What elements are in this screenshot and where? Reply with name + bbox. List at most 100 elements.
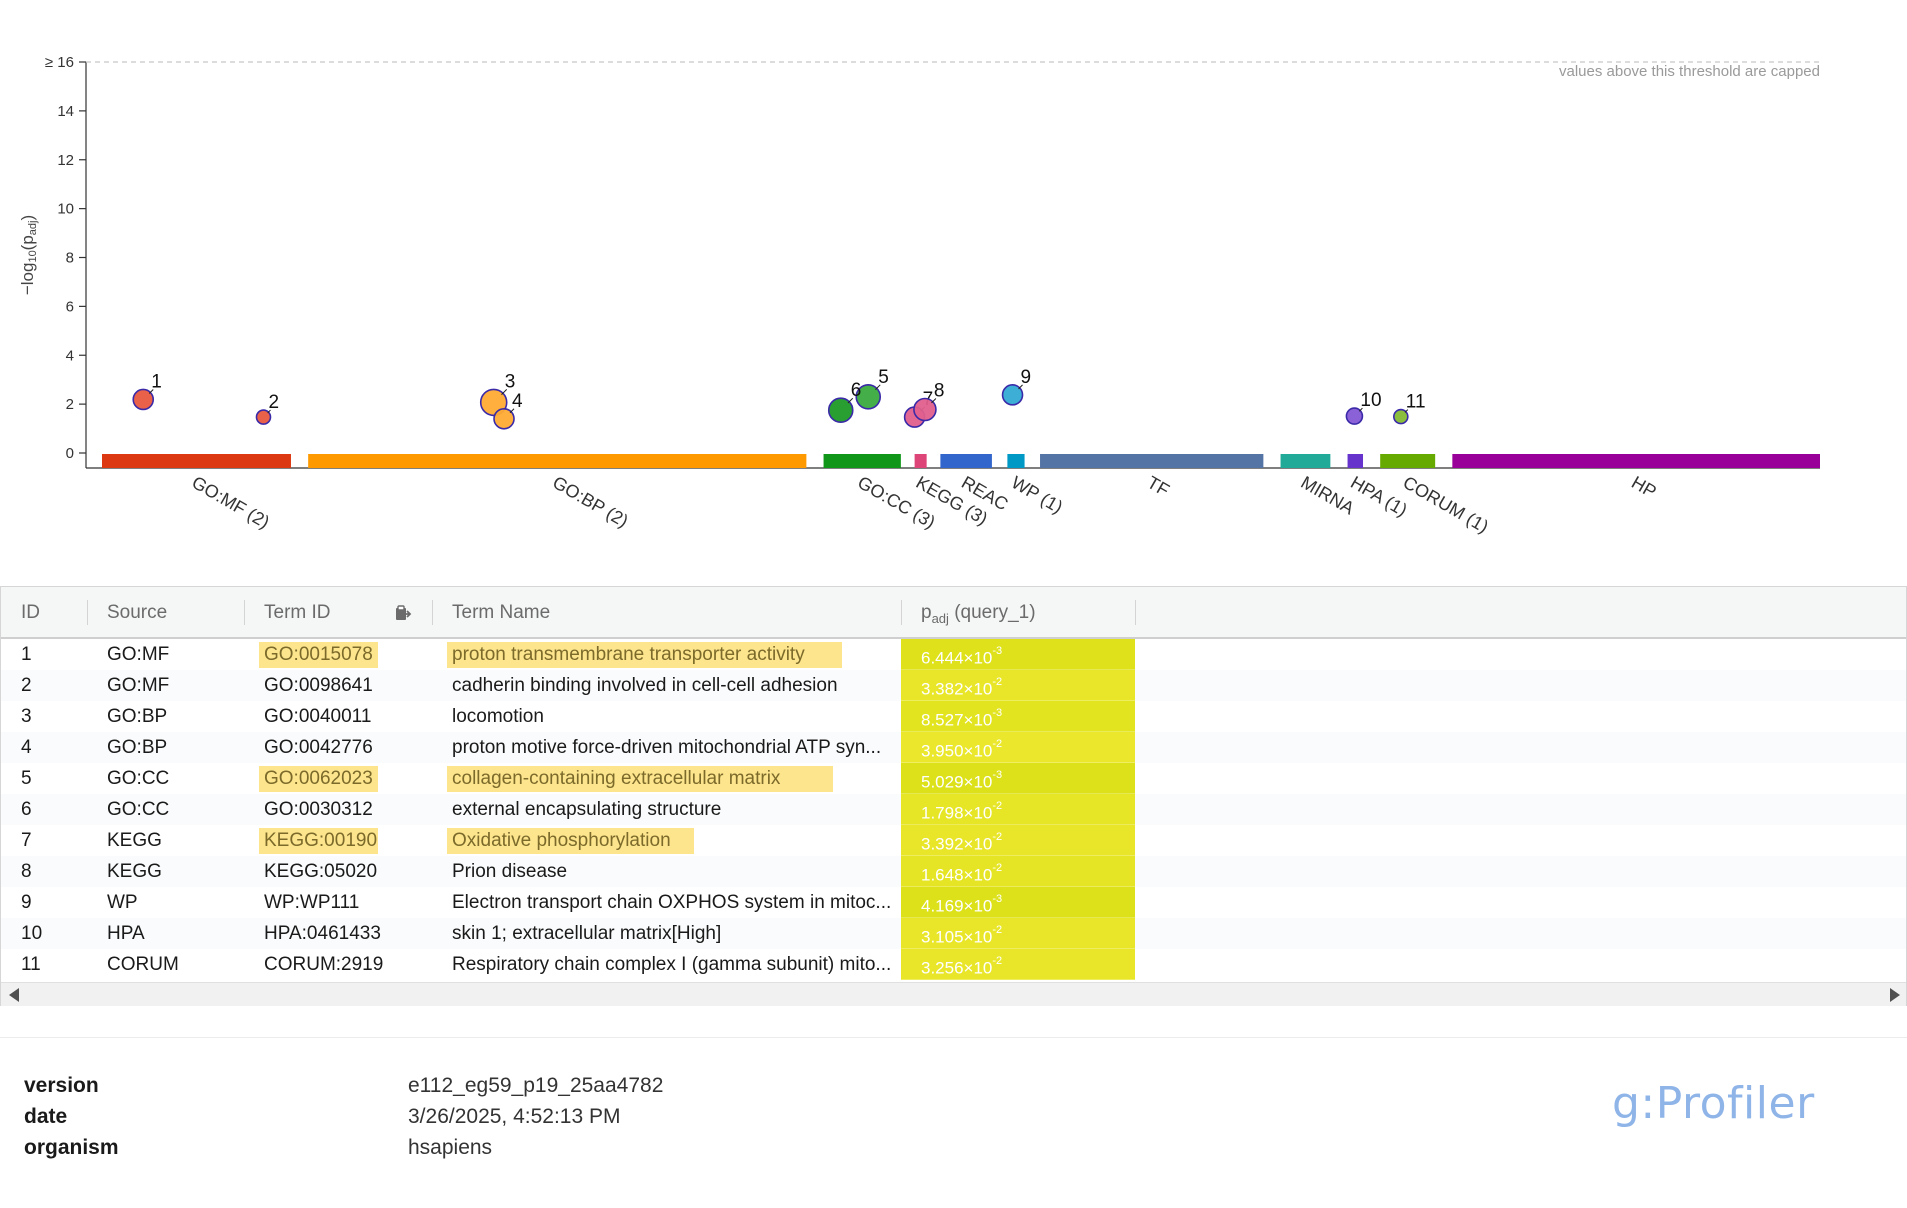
table-row[interactable]: 9 WP WP:WP111 Electron transport chain OXPH… xyxy=(1,887,1906,918)
padj-exponent: -2 xyxy=(992,862,1003,874)
table-header: ID Source Term ID Term Name padj (query_… xyxy=(1,587,1906,639)
padj-query: (query_1) xyxy=(948,602,1036,623)
y-tick-label: 0 xyxy=(66,445,74,462)
col-header-padj[interactable]: padj (query_1) xyxy=(901,587,1135,637)
padj-exponent: -2 xyxy=(992,924,1003,936)
row-term-id-link[interactable]: KEGG:00190 xyxy=(244,825,432,856)
organism-value: hsapiens xyxy=(408,1136,493,1159)
y-tick-label: 4 xyxy=(66,347,74,364)
row-id-cell: 4 xyxy=(21,737,32,758)
padj-mantissa: 1.648×10 xyxy=(921,865,993,885)
source-bar[interactable] xyxy=(1280,454,1331,468)
arrow-right-icon[interactable] xyxy=(1890,988,1900,1002)
padj-mantissa: 4.169×10 xyxy=(921,896,993,916)
source-label: HP xyxy=(1628,472,1660,502)
table-row[interactable]: 7 KEGG KEGG:00190 Oxidative phosphorylation… xyxy=(1,825,1906,856)
row-term-name-cell: Prion disease xyxy=(452,861,568,882)
row-term-id-link[interactable]: GO:0015078 xyxy=(244,639,432,670)
row-id-cell: 10 xyxy=(21,923,43,944)
row-term-id-link[interactable]: GO:0062023 xyxy=(244,763,432,794)
source-label: WP (1) xyxy=(1008,472,1066,517)
source-bar[interactable] xyxy=(1007,454,1025,468)
row-padj-cell: 1.798×10-2 xyxy=(901,794,1135,825)
padj-mantissa: 3.382×10 xyxy=(921,679,993,699)
col-header-term-name[interactable]: Term Name xyxy=(432,587,901,637)
table-row[interactable]: 10 HPA HPA:0461433 skin 1; extracellular ma… xyxy=(1,918,1906,949)
source-label: MIRNA xyxy=(1297,472,1357,518)
source-bar[interactable] xyxy=(1347,454,1364,468)
horizontal-scrollbar[interactable] xyxy=(1,982,1906,1006)
row-term-id-link[interactable]: GO:0042776 xyxy=(244,732,432,763)
source-labels: GO:MF (2) GO:BP (2) GO:CC (3)KEGG (3)REACW… xyxy=(188,472,1659,537)
table-row[interactable]: 4 GO:BP GO:0042776 proton motive force-driv… xyxy=(1,732,1906,763)
source-bar[interactable] xyxy=(914,454,927,468)
padj-p: p xyxy=(921,602,932,623)
padj-mantissa: 6.444×10 xyxy=(921,648,993,668)
col-header-source[interactable]: Source xyxy=(87,587,244,637)
row-id-cell: 7 xyxy=(21,830,32,851)
table-row[interactable]: 11 CORUM CORUM:2919 Respiratory chain compl… xyxy=(1,949,1906,980)
row-term-name-cell: proton transmembrane transporter activit… xyxy=(452,644,805,665)
row-padj-cell: 3.950×10-2 xyxy=(901,732,1135,763)
row-term-name-cell: skin 1; extracellular matrix[High] xyxy=(452,923,722,944)
row-term-id-link[interactable]: KEGG:05020 xyxy=(244,856,432,887)
source-bar[interactable] xyxy=(1380,454,1436,468)
cap-threshold-note: values above this threshold are capped xyxy=(1559,63,1820,80)
clipboard-copy-icon[interactable] xyxy=(394,604,412,622)
y-tick-label: 2 xyxy=(66,396,74,413)
row-padj-cell: 3.256×10-2 xyxy=(901,949,1135,980)
row-source-cell: GO:MF xyxy=(107,644,170,665)
row-source-cell: HPA xyxy=(107,923,145,944)
row-id-cell: 8 xyxy=(21,861,32,882)
table-row[interactable]: 1 GO:MF GO:0015078 proton transmembrane tra… xyxy=(1,639,1906,670)
row-id-cell: 2 xyxy=(21,675,32,696)
row-padj-cell: 1.648×10-2 xyxy=(901,856,1135,887)
source-bar[interactable] xyxy=(940,454,992,468)
row-term-id-link[interactable]: WP:WP111 xyxy=(244,887,432,918)
padj-exponent: -2 xyxy=(992,738,1003,750)
row-padj-cell: 3.392×10-2 xyxy=(901,825,1135,856)
table-row[interactable]: 2 GO:MF GO:0098641 cadherin binding involve… xyxy=(1,670,1906,701)
row-id-cell: 1 xyxy=(21,644,32,665)
row-padj-cell: 6.444×10-3 xyxy=(901,639,1135,670)
padj-mantissa: 3.105×10 xyxy=(921,927,993,947)
date-value: 3/26/2025, 4:52:13 PM xyxy=(408,1105,621,1128)
y-axis-label: −log10(padj) xyxy=(18,215,39,295)
source-bars xyxy=(102,454,1820,468)
source-bar[interactable] xyxy=(823,454,901,468)
padj-mantissa: 3.950×10 xyxy=(921,741,993,761)
point-label: 4 xyxy=(512,391,523,412)
padj-mantissa: 1.798×10 xyxy=(921,803,993,823)
row-term-id-link[interactable]: HPA:0461433 xyxy=(244,918,432,949)
y-tick-label: 8 xyxy=(66,250,74,267)
gprofiler-logo[interactable]: g:Profiler xyxy=(1612,1078,1815,1129)
arrow-left-icon[interactable] xyxy=(9,988,19,1002)
row-term-id-link[interactable]: CORUM:2919 xyxy=(244,949,432,980)
source-bar[interactable] xyxy=(308,454,807,468)
row-source-cell: WP xyxy=(107,892,138,913)
row-term-name-cell: collagen-containing extracellular matrix xyxy=(452,768,781,789)
col-header-id[interactable]: ID xyxy=(1,587,87,637)
point-label: 9 xyxy=(1021,367,1032,388)
point-label: 11 xyxy=(1406,392,1426,413)
col-separator[interactable] xyxy=(1135,600,1136,625)
row-term-name-cell: Respiratory chain complex I (gamma subun… xyxy=(452,954,892,975)
row-source-cell: GO:MF xyxy=(107,675,170,696)
table-row[interactable]: 3 GO:BP GO:0040011 locomotion 8.527×10-3 xyxy=(1,701,1906,732)
table-row[interactable]: 6 GO:CC GO:0030312 external encapsulating s… xyxy=(1,794,1906,825)
row-term-id-link[interactable]: GO:0040011 xyxy=(244,701,432,732)
point-label: 3 xyxy=(505,371,516,392)
table-row[interactable]: 5 GO:CC GO:0062023 collagen-containing extr… xyxy=(1,763,1906,794)
point-label: 2 xyxy=(268,392,279,413)
row-source-cell: KEGG xyxy=(107,861,162,882)
row-term-id-link[interactable]: GO:0098641 xyxy=(244,670,432,701)
row-source-cell: GO:CC xyxy=(107,768,170,789)
row-term-name-cell: Oxidative phosphorylation xyxy=(452,830,671,851)
version-value: e112_eg59_p19_25aa4782 xyxy=(408,1074,664,1097)
table-row[interactable]: 8 KEGG KEGG:05020 Prion disease 1.648×10-2 xyxy=(1,856,1906,887)
source-bar[interactable] xyxy=(1452,454,1820,468)
source-bar[interactable] xyxy=(102,454,291,468)
source-bar[interactable] xyxy=(1040,454,1264,468)
row-term-id-link[interactable]: GO:0030312 xyxy=(244,794,432,825)
scrollbar-thumb[interactable] xyxy=(21,987,1883,1002)
